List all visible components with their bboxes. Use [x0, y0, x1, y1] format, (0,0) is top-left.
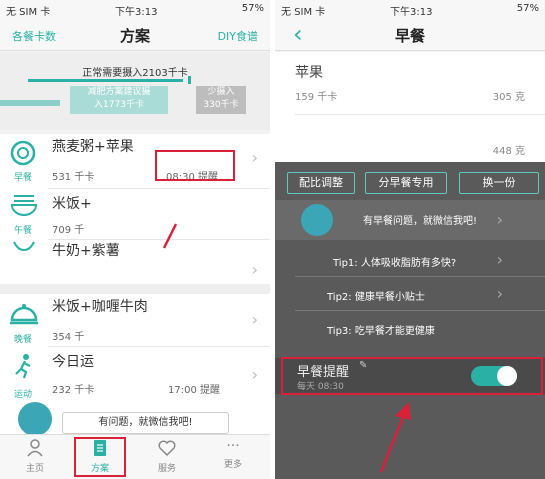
- chevron-right-icon: ›: [496, 250, 503, 269]
- suggested-intake: 减肥方案建议摄 入1773千卡: [70, 86, 168, 114]
- plate-icon: [10, 140, 36, 166]
- chevron-right-icon: ›: [251, 365, 258, 384]
- share-button[interactable]: 分早餐专用: [365, 172, 447, 194]
- meal-row-dinner[interactable]: 晚餐 米饭+咖喱牛肉 354 千 ›: [0, 294, 270, 345]
- chevron-right-icon: ›: [496, 210, 503, 229]
- running-icon: [15, 354, 31, 379]
- arrow-annotation-icon: [162, 223, 178, 249]
- tab-home[interactable]: 主页: [10, 439, 60, 474]
- snack-icon: [13, 241, 35, 252]
- food-card: 苹果 159 千卡 305 克 448 克: [275, 52, 545, 162]
- swap-button[interactable]: 换一份: [459, 172, 539, 194]
- meal-name: 今日运: [52, 354, 94, 370]
- meal-reminder: 17:00 提醒: [168, 385, 220, 396]
- tip-row-1[interactable]: Tip1: 人体吸收脂肪有多快? ›: [275, 246, 545, 274]
- food-weight: 305 克: [492, 92, 525, 103]
- chevron-right-icon: ›: [251, 148, 258, 167]
- chevron-right-icon: ›: [251, 310, 258, 329]
- status-bar: 无 SIM 卡 下午3:13 57%: [275, 0, 545, 18]
- food-name: 苹果: [295, 65, 323, 81]
- carrier: 无 SIM 卡: [6, 7, 51, 18]
- chat-text: 有早餐问题，就微信我吧!: [363, 216, 478, 227]
- cloche-icon: [10, 304, 38, 325]
- left-phone-screen: 无 SIM 卡 下午3:13 57% 各餐卡数 方案 DIY食谱 正常需要摄入2…: [0, 0, 270, 479]
- carrier: 无 SIM 卡: [281, 7, 326, 18]
- meal-label: 晚餐: [13, 335, 32, 345]
- less-intake: 少摄入 330千卡: [196, 86, 246, 114]
- person-icon: [27, 439, 43, 457]
- meal-name: 牛奶+紫薯: [52, 243, 120, 259]
- meal-label: 午餐: [13, 226, 32, 236]
- chevron-right-icon: ›: [251, 260, 258, 279]
- page-title: 早餐: [394, 27, 425, 45]
- chat-bubble[interactable]: 有问题，就微信我吧!: [62, 412, 229, 434]
- intake-bar: [28, 79, 183, 82]
- meal-label: 运动: [13, 390, 32, 400]
- meal-kcal: 709 千: [52, 225, 85, 236]
- highlight-box: [281, 357, 543, 395]
- avatar[interactable]: [18, 402, 52, 436]
- adjust-button[interactable]: 配比调整: [287, 172, 355, 194]
- meal-name: 米饭+: [52, 196, 92, 212]
- tab-service[interactable]: 服务: [142, 439, 192, 474]
- tab-more[interactable]: ··· 更多: [208, 439, 258, 470]
- battery: 57%: [241, 3, 264, 14]
- intake-panel: 正常需要摄入2103千卡 减肥方案建议摄 入1773千卡 少摄入 330千卡: [0, 52, 270, 130]
- meal-kcal: 232 千卡: [52, 385, 95, 396]
- heart-icon: [158, 440, 176, 457]
- tab-bar: 主页 方案 服务 ··· 更多: [0, 434, 270, 479]
- right-phone-screen: 无 SIM 卡 下午3:13 57% ‹ 早餐 苹果 159 千卡 305 克 …: [275, 0, 545, 479]
- nav-bar: ‹ 早餐: [275, 18, 545, 51]
- chat-row[interactable]: 有早餐问题，就微信我吧! ›: [275, 200, 545, 240]
- more-dots-icon: ···: [226, 438, 240, 454]
- battery: 57%: [516, 3, 539, 14]
- meal-name: 米饭+咖喱牛肉: [52, 299, 148, 315]
- clock: 下午3:13: [115, 7, 158, 18]
- rice-bowl-icon: [10, 195, 38, 216]
- meal-name: 燕麦粥+苹果: [52, 139, 134, 155]
- meal-row-snack[interactable]: 牛奶+紫薯 ›: [0, 240, 270, 282]
- needed-calories: 正常需要摄入2103千卡: [82, 68, 188, 79]
- meal-kcal: 354 千: [52, 332, 85, 343]
- nav-bar: 各餐卡数 方案 DIY食谱: [0, 18, 270, 51]
- meal-row-lunch[interactable]: 午餐 米饭+ 709 千: [0, 189, 270, 239]
- diy-recipe-button[interactable]: DIY食谱: [218, 28, 258, 44]
- chevron-right-icon: ›: [496, 284, 503, 303]
- tip-row-3[interactable]: Tip3: 吃早餐才能更健康: [275, 314, 545, 342]
- avatar: [301, 204, 333, 236]
- status-bar: 无 SIM 卡 下午3:13 57%: [0, 0, 270, 18]
- highlight-box: [155, 150, 235, 181]
- food-kcal: 159 千卡: [295, 92, 338, 103]
- tip-row-2[interactable]: Tip2: 健康早餐小贴士 ›: [275, 280, 545, 308]
- meal-kcal: 531 千卡: [52, 172, 95, 183]
- meal-label: 早餐: [13, 173, 32, 183]
- clock: 下午3:13: [390, 7, 433, 18]
- highlight-box: [74, 437, 126, 477]
- food-weight-2: 448 克: [492, 146, 525, 157]
- arrow-annotation-icon: [379, 402, 411, 473]
- meal-row-exercise[interactable]: 运动 今日运 232 千卡 17:00 提醒 ›: [0, 347, 270, 400]
